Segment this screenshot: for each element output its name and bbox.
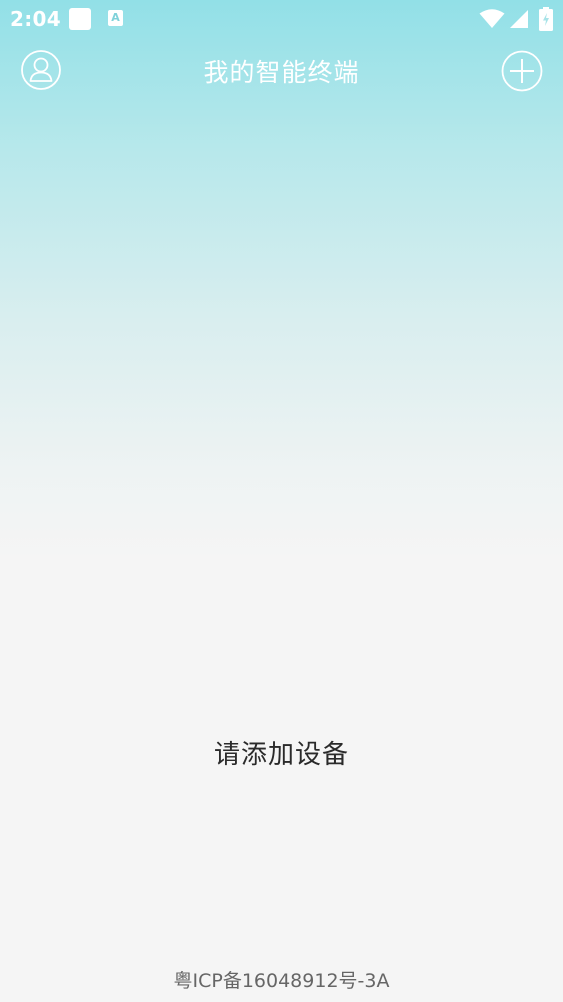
- wifi-icon: [479, 9, 505, 28]
- empty-device-message: 请添加设备: [213, 740, 349, 770]
- header: 我的智能终端: [0, 38, 563, 102]
- icp-license-text: 粤ICP备16048912号-3A: [173, 970, 390, 992]
- app-notification-icon: [69, 8, 91, 30]
- page-title: 我的智能终端: [203, 58, 360, 87]
- battery-charging-icon: [539, 7, 553, 31]
- add-device-button[interactable]: [501, 50, 543, 92]
- a-badge-icon: A: [108, 10, 123, 26]
- add-circle-icon: [501, 50, 543, 92]
- status-bar: 2:04 A: [0, 0, 563, 38]
- status-time: 2:04: [10, 7, 61, 31]
- signal-icon: [510, 10, 528, 28]
- app-screen: 2:04 A 我的智能终端 请添加设备 粤ICP备16048912号-3A: [0, 0, 563, 1002]
